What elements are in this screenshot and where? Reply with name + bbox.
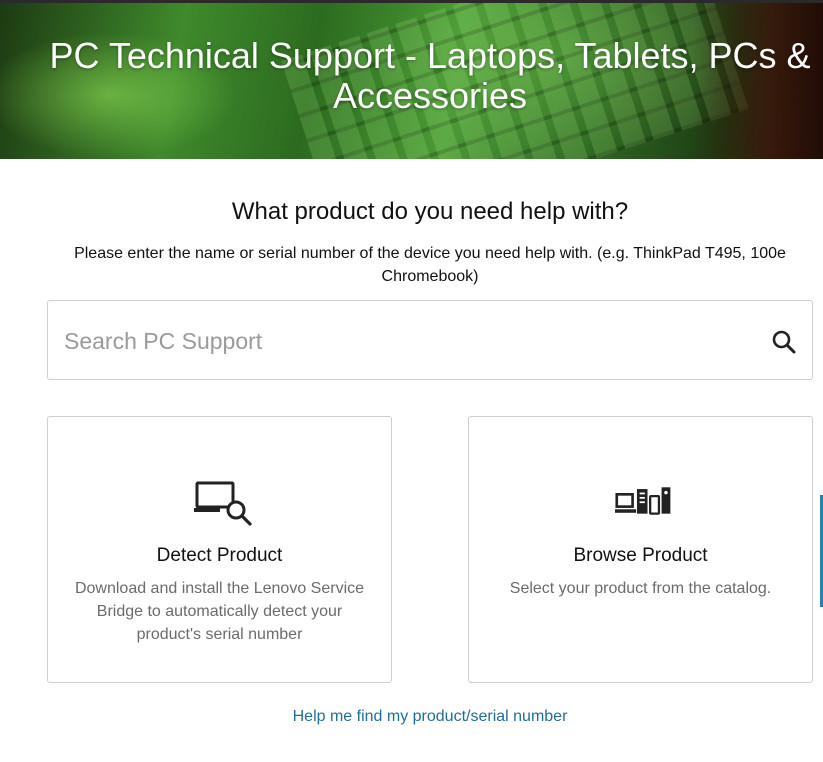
search-instructions: Please enter the name or serial number o…	[74, 245, 786, 285]
hero-top-border	[0, 0, 823, 3]
detect-product-title: Detect Product	[156, 545, 283, 566]
search-box	[47, 300, 813, 380]
devices-catalog-icon	[615, 487, 671, 515]
hero-banner: PC Technical Support - Laptops, Tablets,…	[0, 0, 823, 159]
search-icon[interactable]	[771, 329, 797, 355]
laptop-search-icon	[194, 481, 252, 526]
detect-product-description: Download and install the Lenovo Service …	[74, 580, 365, 643]
browse-product-card[interactable]: Browse Product Select your product from …	[468, 416, 813, 683]
search-input[interactable]	[62, 321, 746, 361]
browse-product-description: Select your product from the catalog.	[509, 580, 772, 597]
browse-product-title: Browse Product	[573, 545, 708, 566]
detect-product-card[interactable]: Detect Product Download and install the …	[47, 416, 392, 683]
product-question-heading: What product do you need help with?	[231, 198, 629, 225]
find-serial-number-link[interactable]: Help me find my product/serial number	[0, 708, 823, 726]
page-title: PC Technical Support - Laptops, Tablets,…	[49, 35, 811, 116]
